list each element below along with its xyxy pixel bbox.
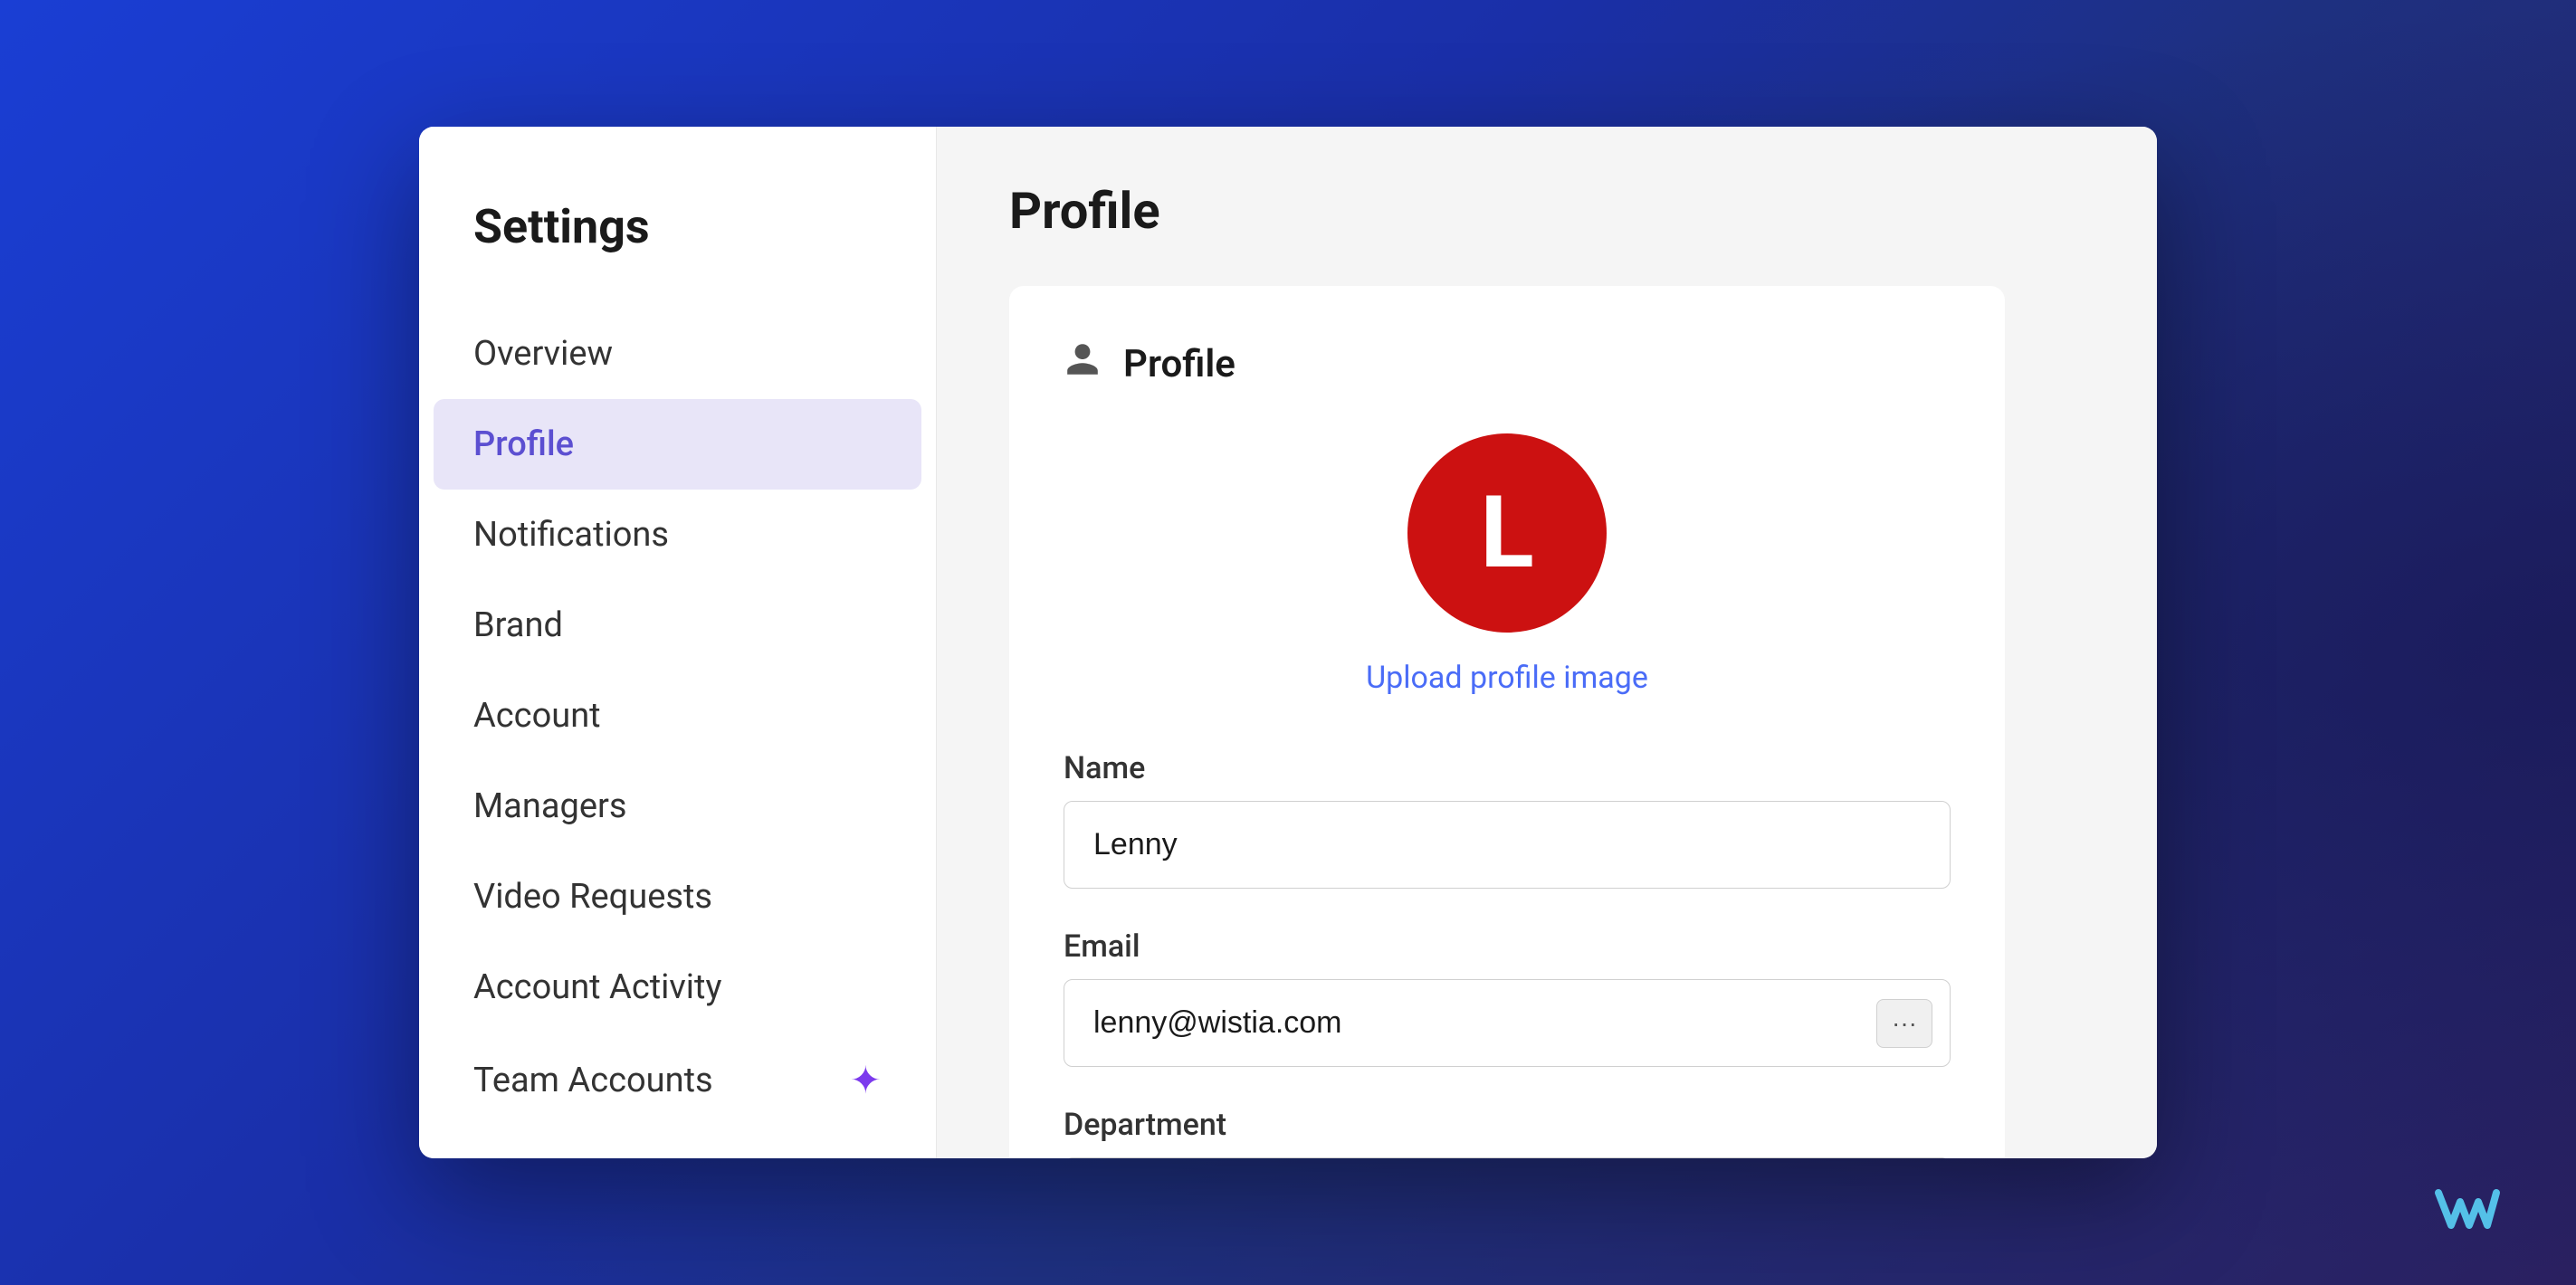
sidebar-item-managers[interactable]: Managers [419,761,936,852]
name-input[interactable] [1064,801,1951,889]
main-content: Profile Profile L Upload profile image [937,127,2157,1158]
wistia-logo [2431,1182,2504,1240]
name-label: Name [1064,750,1951,786]
sidebar-item-overview[interactable]: Overview [419,309,936,399]
email-field-group: Email ··· [1064,928,1951,1067]
sidebar-nav: Overview Profile Notifications Brand [419,309,936,1128]
profile-card: Profile L Upload profile image Name Emai… [1009,286,2005,1158]
sidebar: Settings Overview Profile Notifications … [419,127,937,1158]
email-options-button[interactable]: ··· [1876,999,1932,1048]
avatar-section: L Upload profile image [1064,433,1951,696]
card-title: Profile [1123,342,1236,386]
sidebar-label-notifications: Notifications [473,515,669,555]
sidebar-link-overview[interactable]: Overview [419,309,936,399]
department-label: Department [1064,1107,1951,1143]
sidebar-label-profile: Profile [473,424,574,464]
sidebar-label-team-accounts: Team Accounts [473,1061,713,1100]
sparkle-icon: ✦ [850,1058,882,1103]
sidebar-item-account-activity[interactable]: Account Activity [419,942,936,1033]
sidebar-link-profile[interactable]: Profile [434,399,921,490]
email-input[interactable] [1064,979,1951,1067]
ellipsis-icon: ··· [1892,1009,1917,1038]
sidebar-label-video-requests: Video Requests [473,877,712,917]
app-window: Settings Overview Profile Notifications … [419,127,2157,1158]
sidebar-label-account: Account [473,696,601,736]
person-icon [1064,340,1102,388]
email-input-wrapper: ··· [1064,979,1951,1067]
sidebar-item-video-requests[interactable]: Video Requests [419,852,936,942]
sidebar-link-notifications[interactable]: Notifications [419,490,936,580]
sidebar-link-account[interactable]: Account [419,671,936,761]
sidebar-link-account-activity[interactable]: Account Activity [419,942,936,1033]
sidebar-item-team-accounts[interactable]: Team Accounts ✦ [419,1033,936,1128]
card-header: Profile [1064,340,1951,388]
sidebar-link-team-accounts[interactable]: Team Accounts ✦ [419,1033,936,1128]
upload-profile-image-link[interactable]: Upload profile image [1366,660,1648,696]
sidebar-item-brand[interactable]: Brand [419,580,936,671]
sidebar-label-overview: Overview [473,334,613,374]
sidebar-label-managers: Managers [473,786,626,826]
email-label: Email [1064,928,1951,965]
department-field-group: Department Creative (internal) Marketing… [1064,1107,1951,1158]
department-select-wrapper: Creative (internal) Marketing Engineerin… [1064,1157,1951,1158]
sidebar-label-brand: Brand [473,605,563,645]
sidebar-link-managers[interactable]: Managers [419,761,936,852]
sidebar-item-profile[interactable]: Profile [419,399,936,490]
sidebar-item-notifications[interactable]: Notifications [419,490,936,580]
sidebar-label-account-activity: Account Activity [473,967,721,1007]
page-title: Profile [1009,181,2085,241]
sidebar-link-video-requests[interactable]: Video Requests [419,852,936,942]
department-select[interactable]: Creative (internal) Marketing Engineerin… [1064,1157,1951,1158]
avatar[interactable]: L [1407,433,1607,633]
sidebar-title: Settings [419,199,936,309]
sidebar-link-brand[interactable]: Brand [419,580,936,671]
avatar-letter: L [1480,483,1534,583]
sidebar-item-account[interactable]: Account [419,671,936,761]
name-field-group: Name [1064,750,1951,889]
